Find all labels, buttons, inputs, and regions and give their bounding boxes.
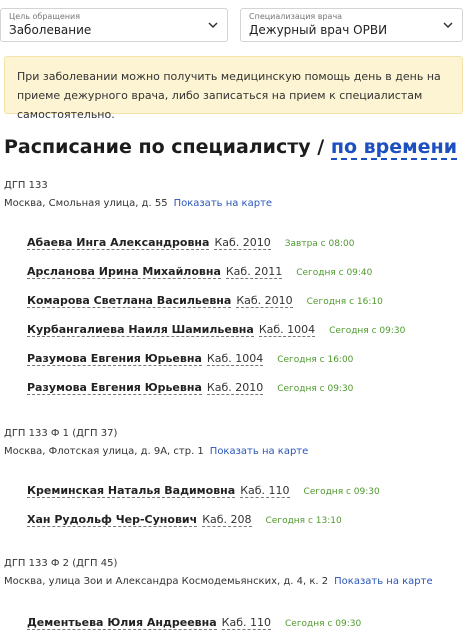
doctor-row[interactable]: Разумова Евгения Юрьевна Каб. 1004 Сегодня… <box>27 352 354 366</box>
doctor-time: Сегодня с 09:30 <box>285 619 362 629</box>
reason-select-label: Цель обращения <box>9 12 81 21</box>
doctor-room: Каб. 1004 <box>258 323 316 337</box>
doctor-time: Завтра с 08:00 <box>284 239 355 249</box>
specialization-select[interactable]: Специализация врача Дежурный врач ОРВИ <box>240 8 463 42</box>
doctor-name[interactable]: Курбангалиева Наиля Шамильевна <box>27 323 254 337</box>
clinic-address-text: Москва, Флотская улица, д. 9А, стр. 1 <box>4 446 204 457</box>
doctor-time: Сегодня с 16:00 <box>277 355 354 365</box>
doctor-name[interactable]: Комарова Светлана Васильевна <box>27 294 232 308</box>
doctor-row[interactable]: Креминская Наталья Вадимовна Каб. 110 Сего… <box>27 484 380 498</box>
doctor-room: Каб. 208 <box>202 513 252 527</box>
specialization-select-value: Дежурный врач ОРВИ <box>249 23 388 37</box>
doctor-row[interactable]: Разумова Евгения Юрьевна Каб. 2010 Сегодня… <box>27 381 354 395</box>
doctor-time: Сегодня с 09:30 <box>329 326 406 336</box>
chevron-down-icon <box>443 22 453 29</box>
doctor-time: Сегодня с 09:30 <box>277 384 354 394</box>
doctor-room: Каб. 1004 <box>206 352 264 366</box>
page-title: Расписание по специалисту / по времени <box>4 136 458 160</box>
doctor-name[interactable]: Абаева Инга Александровна <box>27 236 210 250</box>
page-title-text: Расписание по специалисту / <box>4 136 325 158</box>
by-time-link[interactable]: по времени <box>330 136 458 160</box>
doctor-room: Каб. 110 <box>240 484 290 498</box>
doctor-name[interactable]: Арсланова Ирина Михайловна <box>27 265 221 279</box>
doctor-row[interactable]: Курбангалиева Наиля Шамильевна Каб. 1004 С… <box>27 323 406 337</box>
clinic-name: ДГП 133 Ф 1 (ДГП 37) <box>4 428 118 439</box>
clinic-address: Москва, Флотская улица, д. 9А, стр. 1 Пок… <box>4 446 308 457</box>
show-on-map-link[interactable]: Показать на карте <box>210 446 309 457</box>
doctor-room: Каб. 2010 <box>214 236 271 250</box>
show-on-map-link[interactable]: Показать на карте <box>334 576 433 587</box>
doctor-name[interactable]: Креминская Наталья Вадимовна <box>27 484 236 498</box>
doctor-name[interactable]: Дементьева Юлия Андреевна <box>27 616 217 630</box>
show-on-map-link[interactable]: Показать на карте <box>174 198 273 209</box>
doctor-room: Каб. 2011 <box>225 265 283 279</box>
doctor-room: Каб. 110 <box>221 616 271 630</box>
doctor-row[interactable]: Дементьева Юлия Андреевна Каб. 110 Сегодня… <box>27 616 362 630</box>
doctor-name[interactable]: Разумова Евгения Юрьевна <box>27 352 202 366</box>
reason-select[interactable]: Цель обращения Заболевание <box>0 8 228 42</box>
chevron-down-icon <box>208 22 218 29</box>
reason-select-value: Заболевание <box>9 23 92 37</box>
doctor-time: Сегодня с 09:40 <box>296 268 373 278</box>
clinic-address-text: Москва, Смольная улица, д. 55 <box>4 198 168 209</box>
info-notice: При заболевании можно получить медицинск… <box>4 56 463 121</box>
doctor-room: Каб. 2010 <box>206 381 264 395</box>
specialization-select-label: Специализация врача <box>249 12 343 21</box>
doctor-name[interactable]: Разумова Евгения Юрьевна <box>27 381 202 395</box>
doctor-row[interactable]: Арсланова Ирина Михайловна Каб. 2011 Сегод… <box>27 265 373 279</box>
doctor-time: Сегодня с 13:10 <box>265 516 342 526</box>
doctor-time: Сегодня с 16:10 <box>306 297 383 307</box>
doctor-row[interactable]: Абаева Инга Александровна Каб. 2010 Завтра… <box>27 236 355 250</box>
doctor-room: Каб. 2010 <box>236 294 293 308</box>
clinic-name: ДГП 133 Ф 2 (ДГП 45) <box>4 558 118 569</box>
clinic-address: Москва, улица Зои и Александра Космодемь… <box>4 576 433 587</box>
doctor-name[interactable]: Хан Рудольф Чер-Сунович <box>27 513 198 527</box>
clinic-address: Москва, Смольная улица, д. 55 Показать на… <box>4 198 272 209</box>
doctor-row[interactable]: Хан Рудольф Чер-Сунович Каб. 208 Сегодня с… <box>27 513 342 527</box>
doctor-row[interactable]: Комарова Светлана Васильевна Каб. 2010 Сег… <box>27 294 383 308</box>
clinic-address-text: Москва, улица Зои и Александра Космодемь… <box>4 576 329 587</box>
doctor-time: Сегодня с 09:30 <box>303 487 380 497</box>
clinic-name: ДГП 133 <box>4 180 48 191</box>
